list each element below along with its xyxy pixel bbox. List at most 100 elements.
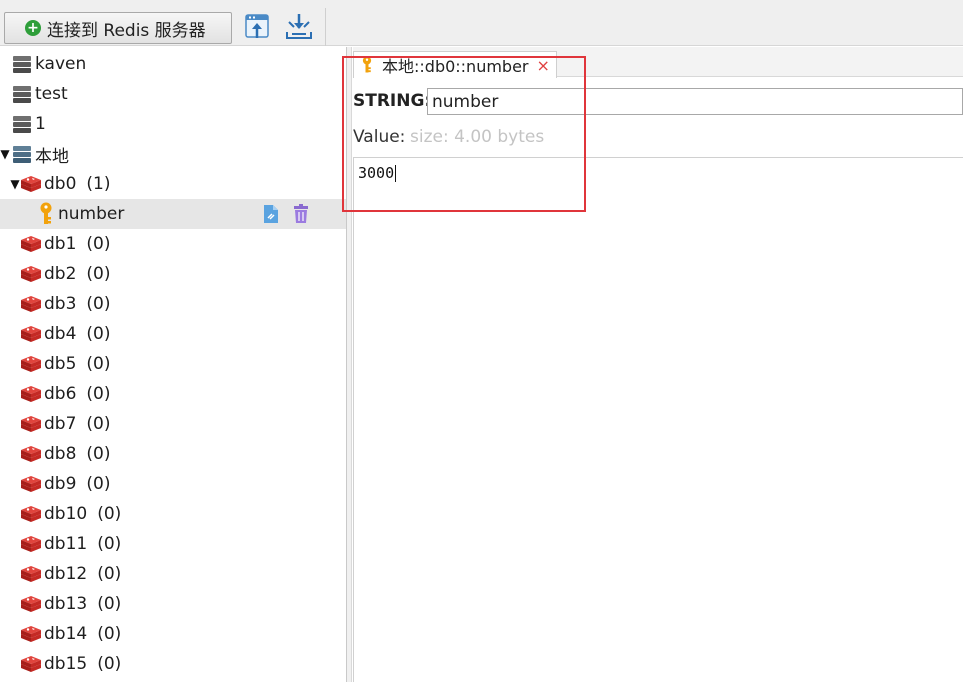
server-icon [12,54,32,74]
tree-db-db12[interactable]: db12 (0) [0,559,346,589]
toolbar-separator [325,8,326,46]
key-name: number [58,204,125,224]
db-key-count: (0) [86,444,111,464]
db-key-count: (0) [86,324,111,344]
tree-db-db15[interactable]: db15 (0) [0,649,346,679]
close-tab-icon[interactable]: × [537,56,550,75]
expand-arrow-icon[interactable]: ▼ [10,177,20,191]
tree-db-db9[interactable]: db9 (0) [0,469,346,499]
connect-redis-button[interactable]: + 连接到 Redis 服务器 [4,12,232,44]
copy-key-icon[interactable] [262,204,280,224]
server-name: 本地 [35,146,69,167]
redis-db-icon [20,595,42,613]
db-key-count: (0) [97,564,122,584]
db-name: db8 [44,444,77,464]
text-cursor [395,165,397,182]
redis-db-icon [20,475,42,493]
key-icon [38,202,54,226]
tree-server-local[interactable]: ▼ 本地 [0,139,346,169]
tree-db-db3[interactable]: db3 (0) [0,289,346,319]
server-icon [12,144,32,164]
toolbar: + 连接到 Redis 服务器 [0,0,963,46]
tree-db-db5[interactable]: db5 (0) [0,349,346,379]
splitter-handle[interactable] [346,47,352,682]
tree-db-db7[interactable]: db7 (0) [0,409,346,439]
db-key-count: (0) [86,264,111,284]
db-name: db4 [44,324,77,344]
redis-db-icon [20,415,42,433]
tree-server-1[interactable]: 1 [0,109,346,139]
tree-db-db1[interactable]: db1 (0) [0,229,346,259]
redis-db-icon [20,235,42,253]
redis-db-icon [20,325,42,343]
db-name: db15 [44,654,88,674]
db-name: db6 [44,384,77,404]
db-name: db5 [44,354,77,374]
db-key-count: (0) [97,624,122,644]
tree-db-db11[interactable]: db11 (0) [0,529,346,559]
key-icon [360,56,374,74]
db-key-count: (0) [97,504,122,524]
db-name: db11 [44,534,88,554]
key-name-input[interactable] [427,88,963,115]
db-name: db13 [44,594,88,614]
value-label: Value: [353,127,406,147]
value-text: 3000 [358,164,395,182]
redis-db-icon [20,505,42,523]
tree-db-db10[interactable]: db10 (0) [0,499,346,529]
tree-db-db14[interactable]: db14 (0) [0,619,346,649]
db-key-count: (0) [86,414,111,434]
tree-db-db0[interactable]: ▼ db0 (1) [0,169,346,199]
db-key-count: (0) [86,354,111,374]
redis-db-icon [20,295,42,313]
redis-db-icon [20,565,42,583]
redis-db-icon [20,385,42,403]
tree-db-db8[interactable]: db8 (0) [0,439,346,469]
server-icon [12,84,32,104]
tab-title: 本地::db0::number [382,57,529,76]
key-editor-panel: 本地::db0::number × STRING: Value: size: 4… [353,47,963,682]
key-actions [262,204,310,224]
db-key-count: (0) [86,384,111,404]
db-key-count: (0) [97,654,122,674]
tab-bar: 本地::db0::number × [353,47,963,78]
redis-db-icon [20,655,42,673]
server-name: 1 [35,114,46,134]
delete-key-icon[interactable] [292,204,310,224]
value-size-hint: size: 4.00 bytes [410,127,545,147]
tree-db-db4[interactable]: db4 (0) [0,319,346,349]
redis-db-icon [20,355,42,373]
tree-key-number[interactable]: number [0,199,346,229]
db-name: db2 [44,264,77,284]
connection-tree: kaven test 1 ▼ 本地 ▼ db0 (1) number db1 (… [0,47,346,682]
tab-key-number[interactable]: 本地::db0::number × [353,51,557,78]
redis-db-icon [20,625,42,643]
value-editor[interactable]: 3000 [353,157,963,682]
tree-db-db2[interactable]: db2 (0) [0,259,346,289]
tree-db-db13[interactable]: db13 (0) [0,589,346,619]
db-name: db12 [44,564,88,584]
db-name: db0 [44,174,77,194]
db-key-count: (0) [86,234,111,254]
connect-label: 连接到 Redis 服务器 [47,20,206,41]
plus-icon: + [25,20,41,36]
db-name: db1 [44,234,77,254]
db-key-count: (1) [86,174,111,194]
key-type-label: STRING: [353,91,432,111]
db-key-count: (0) [86,474,111,494]
redis-db-icon [20,175,42,193]
db-name: db7 [44,414,77,434]
redis-db-icon [20,445,42,463]
db-name: db9 [44,474,77,494]
tree-server-test[interactable]: test [0,79,346,109]
import-icon[interactable] [243,12,273,42]
tree-db-db6[interactable]: db6 (0) [0,379,346,409]
db-key-count: (0) [97,534,122,554]
expand-arrow-icon[interactable]: ▼ [0,147,10,161]
tree-server-kaven[interactable]: kaven [0,49,346,79]
db-name: db14 [44,624,88,644]
db-key-count: (0) [97,594,122,614]
server-name: kaven [35,54,87,74]
export-icon[interactable] [284,12,314,42]
server-name: test [35,84,68,104]
